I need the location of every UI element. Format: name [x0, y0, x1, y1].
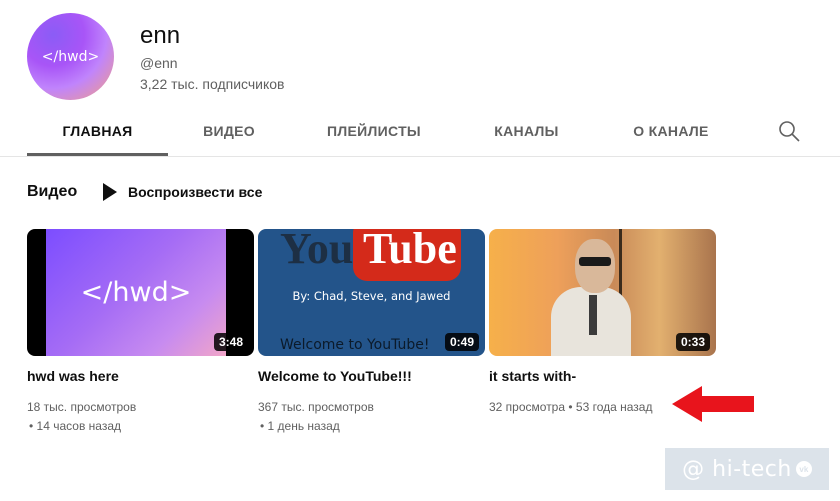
video-card[interactable]: 0:33 it starts with- 32 просмотра • 53 г…	[489, 229, 716, 414]
video-thumbnail[interactable]: You Tube By: Chad, Steve, and Jawed Welc…	[258, 229, 485, 356]
channel-handle: @enn	[140, 55, 178, 71]
play-all-label: Воспроизвести все	[128, 184, 263, 200]
subscriber-count: 3,22 тыс. подписчиков	[140, 76, 285, 92]
video-meta: 367 тыс. просмотров • 1 день назад	[258, 398, 374, 436]
video-thumbnail[interactable]: </hwd> 3:48	[27, 229, 254, 356]
watermark-text: @ hi-tech	[682, 456, 792, 482]
thumbnail-figure-head	[575, 239, 615, 293]
views-and-age: 32 просмотра • 53 года назад	[489, 400, 653, 414]
play-all-button[interactable]: Воспроизвести все	[100, 183, 262, 201]
channel-name: enn	[140, 22, 181, 49]
view-count: 367 тыс. просмотров	[258, 400, 374, 414]
thumbnail-figure-tie	[589, 295, 597, 335]
search-icon[interactable]	[777, 119, 801, 143]
thumbnail-caption: Welcome to YouTube!	[280, 337, 430, 353]
video-title[interactable]: Welcome to YouTube!!!	[258, 368, 412, 384]
channel-tabs: ГЛАВНАЯ ВИДЕО ПЛЕЙЛИСТЫ КАНАЛЫ О КАНАЛЕ	[0, 108, 840, 157]
video-card[interactable]: You Tube By: Chad, Steve, and Jawed Welc…	[258, 229, 485, 433]
video-meta: 32 просмотра • 53 года назад	[489, 398, 652, 417]
tab-channels[interactable]: КАНАЛЫ	[478, 108, 575, 154]
thumbnail-credits: By: Chad, Steve, and Jawed	[292, 289, 451, 303]
tab-playlists[interactable]: ПЛЕЙЛИСТЫ	[310, 108, 438, 154]
thumbnail-text: </hwd>	[80, 277, 192, 308]
channel-avatar[interactable]: </hwd>	[27, 13, 114, 100]
duration-badge: 0:33	[675, 333, 710, 351]
video-card[interactable]: </hwd> 3:48 hwd was here 18 тыс. просмот…	[27, 229, 254, 433]
thumbnail-logo-you: You	[280, 229, 354, 273]
watermark: @ hi-tech vk	[665, 448, 829, 490]
view-count: 18 тыс. просмотров	[27, 400, 137, 414]
video-title[interactable]: hwd was here	[27, 368, 119, 384]
tab-about[interactable]: О КАНАЛЕ	[615, 108, 727, 154]
tab-home[interactable]: ГЛАВНАЯ	[27, 108, 168, 154]
play-icon	[103, 183, 117, 201]
duration-badge: 0:49	[444, 333, 479, 351]
video-meta: 18 тыс. просмотров • 14 часов назад	[27, 398, 136, 436]
avatar-text: </hwd>	[41, 48, 100, 65]
video-thumbnail[interactable]: 0:33	[489, 229, 716, 356]
section-title[interactable]: Видео	[27, 183, 77, 201]
upload-age: • 14 часов назад	[29, 419, 122, 433]
red-arrow-icon	[672, 386, 754, 422]
thumbnail-figure-glasses	[579, 257, 611, 266]
duration-badge: 3:48	[213, 333, 248, 351]
video-title[interactable]: it starts with-	[489, 368, 576, 384]
active-tab-indicator	[27, 153, 168, 156]
upload-age: • 1 день назад	[260, 419, 340, 433]
thumbnail-logo-tube: Tube	[363, 229, 457, 273]
tab-videos[interactable]: ВИДЕО	[183, 108, 275, 154]
vk-badge-icon: vk	[795, 461, 812, 477]
